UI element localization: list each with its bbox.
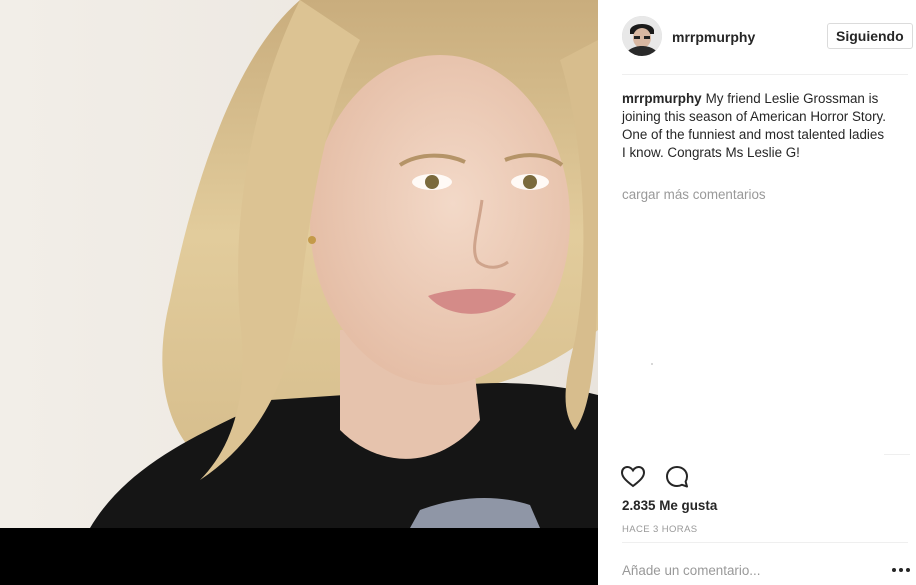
comment-bubble-icon[interactable] <box>664 464 690 490</box>
ellipsis-icon[interactable] <box>890 562 912 578</box>
actions-divider <box>884 454 910 455</box>
load-more-comments-link[interactable]: cargar más comentarios <box>622 187 766 202</box>
heart-icon[interactable] <box>620 464 646 490</box>
post-photo[interactable] <box>0 0 598 528</box>
username-link[interactable]: mrrpmurphy <box>672 29 755 45</box>
post-timestamp[interactable]: HACE 3 HORAS <box>622 524 698 535</box>
post-side-panel: mrrpmurphy Siguiendo mrrpmurphy My friend… <box>598 0 916 585</box>
avatar[interactable] <box>622 16 662 56</box>
letterbox-bar <box>0 528 598 585</box>
likes-count[interactable]: 2.835 Me gusta <box>622 498 717 513</box>
instagram-post-view: mrrpmurphy Siguiendo mrrpmurphy My friend… <box>0 0 916 585</box>
post-actions <box>620 464 704 490</box>
post-caption: mrrpmurphy My friend Leslie Grossman is j… <box>622 90 890 162</box>
comment-input[interactable] <box>620 557 874 583</box>
following-button[interactable]: Siguiendo <box>827 23 913 49</box>
header-divider <box>622 74 908 75</box>
artifact-dot <box>651 363 653 365</box>
post-header: mrrpmurphy Siguiendo <box>622 16 913 58</box>
caption-username-link[interactable]: mrrpmurphy <box>622 91 702 106</box>
comment-divider <box>622 542 908 543</box>
